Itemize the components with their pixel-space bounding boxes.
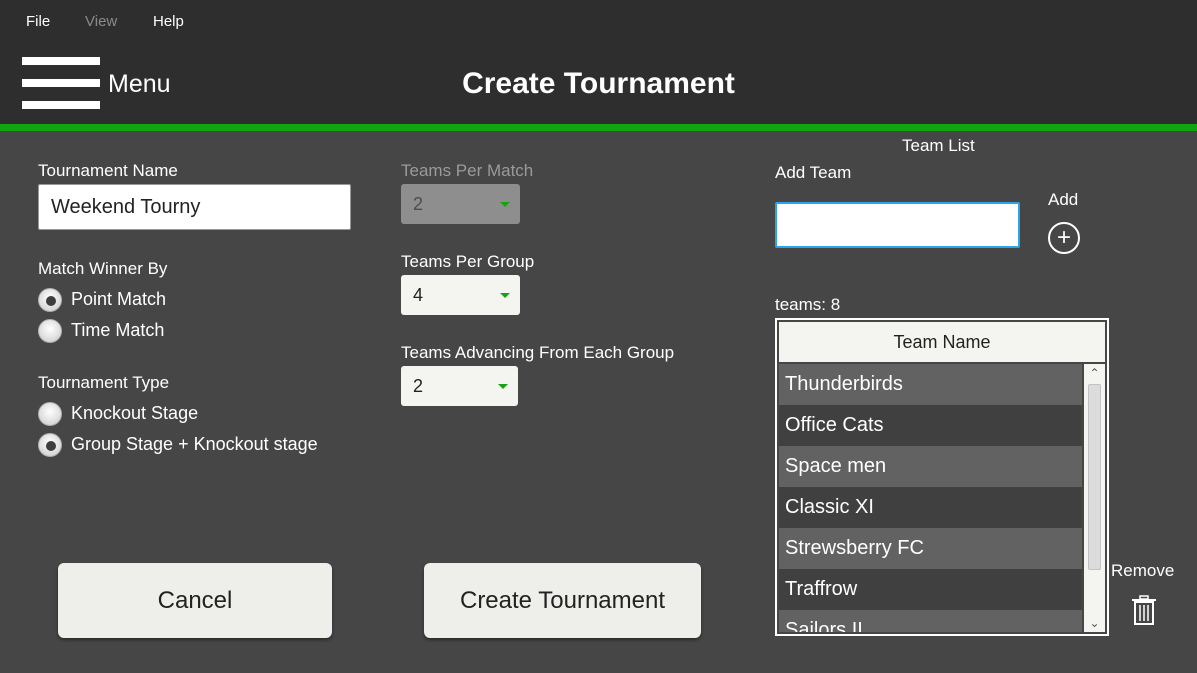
- menu-file[interactable]: File: [26, 13, 50, 30]
- chevron-down-icon: [500, 293, 510, 298]
- plus-circle-icon[interactable]: +: [1048, 222, 1080, 254]
- radio-knockout-stage[interactable]: Knockout Stage: [38, 402, 258, 428]
- tournament-name-input[interactable]: [38, 184, 351, 230]
- add-label: Add: [1048, 190, 1079, 209]
- chevron-down-icon[interactable]: ⌄: [1088, 617, 1101, 629]
- teams-advancing-select[interactable]: 2: [401, 366, 518, 406]
- radio-selected-dot: [46, 296, 56, 306]
- radio-circle: [38, 402, 62, 426]
- scrollbar-thumb[interactable]: [1088, 384, 1101, 570]
- team-table: Team Name Thunderbirds Office Cats Space…: [775, 318, 1109, 636]
- match-winner-label: Match Winner By: [38, 259, 168, 278]
- radio-time-match[interactable]: Time Match: [38, 319, 238, 345]
- team-list-title: Team List: [902, 136, 975, 155]
- radio-label: Time Match: [71, 320, 165, 340]
- radio-circle: [38, 433, 62, 457]
- table-row[interactable]: Space men: [779, 446, 1082, 487]
- teams-per-group-select[interactable]: 4: [401, 275, 520, 315]
- table-scrollbar[interactable]: ⌃ ⌄: [1084, 364, 1105, 632]
- remove-label: Remove: [1111, 561, 1175, 580]
- table-row[interactable]: Sailors II: [779, 610, 1082, 632]
- tournament-name-label: Tournament Name: [38, 161, 178, 180]
- radio-label: Group Stage + Knockout stage: [71, 434, 318, 454]
- chevron-down-icon: [498, 384, 508, 389]
- page-title: Create Tournament: [462, 67, 735, 100]
- add-team-label: Add Team: [775, 163, 852, 182]
- teams-advancing-label: Teams Advancing From Each Group: [401, 343, 675, 362]
- table-row[interactable]: Thunderbirds: [779, 364, 1082, 405]
- radio-circle: [38, 288, 62, 312]
- radio-selected-dot: [46, 441, 56, 451]
- teams-per-group-label: Teams Per Group: [401, 252, 535, 271]
- select-value: 2: [413, 194, 424, 214]
- table-row[interactable]: Strewsberry FC: [779, 528, 1082, 569]
- cancel-button[interactable]: Cancel: [58, 563, 332, 638]
- teams-per-match-select[interactable]: 2: [401, 184, 520, 224]
- select-value: 2: [413, 376, 424, 396]
- radio-circle: [38, 319, 62, 343]
- radio-point-match[interactable]: Point Match: [38, 288, 238, 314]
- menu-view[interactable]: View: [85, 13, 117, 30]
- team-count: teams: 8: [775, 295, 841, 314]
- column-header-team-name[interactable]: Team Name: [779, 322, 1105, 362]
- table-row[interactable]: Traffrow: [779, 569, 1082, 610]
- teams-per-match-label: Teams Per Match: [401, 161, 534, 180]
- select-value: 4: [413, 285, 424, 305]
- create-tournament-button[interactable]: Create Tournament: [424, 563, 701, 638]
- add-team-input[interactable]: [775, 202, 1020, 248]
- radio-label: Point Match: [71, 289, 167, 309]
- menu-help[interactable]: Help: [153, 13, 184, 30]
- chevron-up-icon[interactable]: ⌃: [1088, 367, 1101, 379]
- table-row[interactable]: Office Cats: [779, 405, 1082, 446]
- radio-label: Knockout Stage: [71, 403, 199, 423]
- team-rows: Thunderbirds Office Cats Space men Class…: [779, 364, 1082, 632]
- chevron-down-icon: [500, 202, 510, 207]
- table-row[interactable]: Classic XI: [779, 487, 1082, 528]
- accent-divider: [0, 124, 1197, 131]
- trash-icon[interactable]: [1131, 595, 1157, 625]
- tournament-type-label: Tournament Type: [38, 373, 170, 392]
- radio-group-knockout-stage[interactable]: Group Stage + Knockout stage: [38, 433, 338, 459]
